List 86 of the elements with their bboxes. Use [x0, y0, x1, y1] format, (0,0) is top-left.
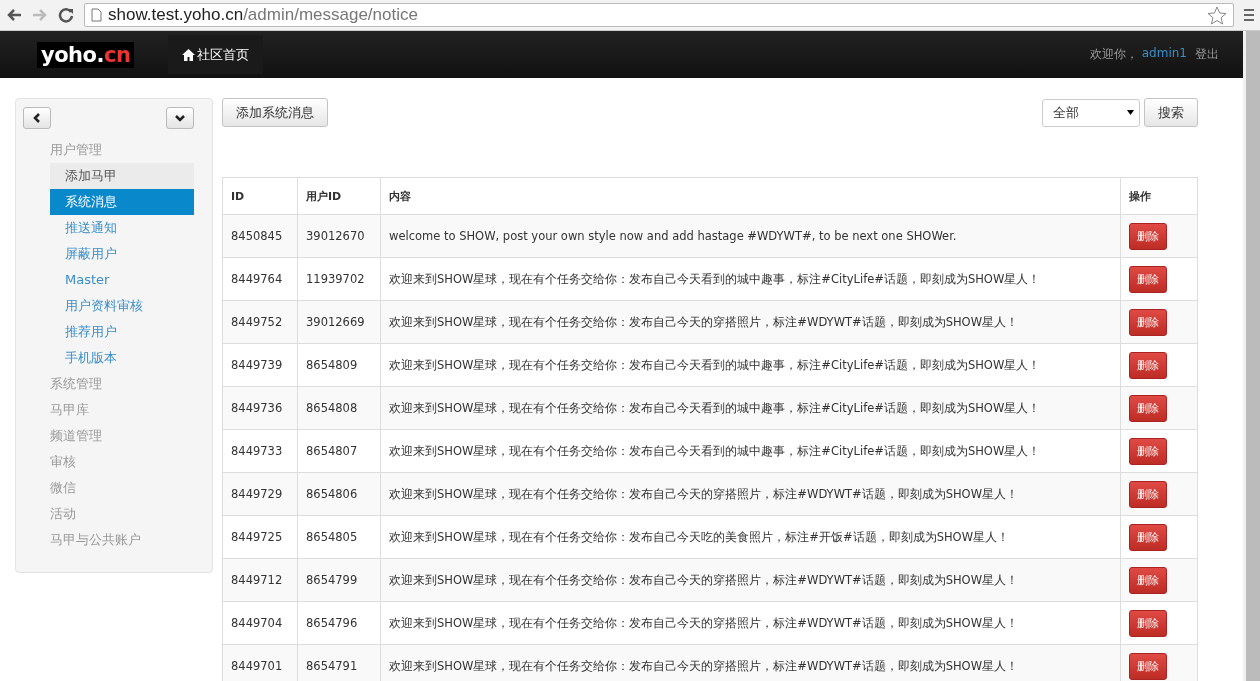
delete-button[interactable]: 删除 [1129, 566, 1167, 594]
table-cell: 欢迎来到SHOW星球，现在有个任务交给你：发布自己今天的穿搭照片，标注#WDYWT#话题，即刻成为SHOW星人！ [380, 601, 1121, 645]
scrollbar[interactable] [1243, 31, 1260, 681]
delete-button[interactable]: 删除 [1129, 265, 1167, 293]
table-cell: 欢迎来到SHOW星球，现在有个任务交给你：发布自己今天看到的城中趣事，标注#CityLife#话题，即刻成为SHOW星人！ [380, 386, 1121, 430]
url-text: show.test.yoho.cn/admin/message/notice [108, 5, 419, 25]
search-button[interactable]: 搜索 [1144, 98, 1198, 127]
collapse-button[interactable] [23, 107, 51, 129]
delete-button[interactable]: 删除 [1129, 480, 1167, 508]
table-cell: 8449725 [222, 515, 298, 559]
sidebar-item[interactable]: Master [50, 267, 194, 293]
sidebar-item[interactable]: 推送通知 [50, 215, 194, 241]
table-cell: 欢迎来到SHOW星球，现在有个任务交给你：发布自己今天的穿搭照片，标注#WDYWT#话题，即刻成为SHOW星人！ [380, 644, 1121, 681]
sidebar-group[interactable]: 活动 [23, 501, 194, 527]
username-link[interactable]: admin1 [1141, 46, 1187, 63]
table-cell: 8449739 [222, 343, 298, 387]
sidebar-item[interactable]: 屏蔽用户 [50, 241, 194, 267]
logout-link[interactable]: 登出 [1195, 46, 1219, 63]
column-header: 用户ID [297, 177, 381, 215]
table-cell: 8449704 [222, 601, 298, 645]
table-cell: 8654808 [297, 386, 381, 430]
sidebar-group[interactable]: 用户管理 [23, 137, 194, 163]
table-cell: 欢迎来到SHOW星球，现在有个任务交给你：发布自己今天看到的城中趣事，标注#CityLife#话题，即刻成为SHOW星人！ [380, 429, 1121, 473]
table-cell: 欢迎来到SHOW星球，现在有个任务交给你：发布自己今天的穿搭照片，标注#WDYWT#话题，即刻成为SHOW星人！ [380, 558, 1121, 602]
table-cell: 8654809 [297, 343, 381, 387]
delete-button[interactable]: 删除 [1129, 351, 1167, 379]
table-cell: 8449752 [222, 300, 298, 344]
sidebar-group[interactable]: 频道管理 [23, 423, 194, 449]
sidebar-group[interactable]: 系统管理 [23, 371, 194, 397]
sidebar-group[interactable]: 马甲库 [23, 397, 194, 423]
expand-button[interactable] [166, 107, 194, 129]
reload-icon[interactable] [58, 7, 74, 23]
sidebar-item[interactable]: 手机版本 [50, 345, 194, 371]
table-cell: 8654799 [297, 558, 381, 602]
table-cell: 欢迎来到SHOW星球，现在有个任务交给你：发布自己今天的穿搭照片，标注#WDYWT#话题，即刻成为SHOW星人！ [380, 472, 1121, 516]
add-message-button[interactable]: 添加系统消息 [222, 98, 328, 127]
sidebar-item[interactable]: 用户资料审核 [50, 293, 194, 319]
chevron-left-icon [33, 113, 41, 123]
delete-button[interactable]: 删除 [1129, 652, 1167, 680]
home-link[interactable]: 社区首页 [168, 35, 264, 74]
table-cell: 欢迎来到SHOW星球，现在有个任务交给你：发布自己今天看到的城中趣事，标注#CityLife#话题，即刻成为SHOW星人！ [380, 257, 1121, 301]
table-cell: 8449729 [222, 472, 298, 516]
page-icon [91, 8, 102, 22]
welcome-text: 欢迎你， [1089, 46, 1138, 63]
column-header: ID [222, 177, 298, 215]
sidebar-group[interactable]: 微信 [23, 475, 194, 501]
delete-button[interactable]: 删除 [1129, 394, 1167, 422]
table-cell: 8449701 [222, 644, 298, 681]
table-cell: 8654807 [297, 429, 381, 473]
filter-select[interactable]: 全部 [1042, 98, 1140, 127]
table-cell: 8449736 [222, 386, 298, 430]
table-cell: 8654796 [297, 601, 381, 645]
dropdown-arrow-icon [1127, 110, 1134, 115]
chevron-down-icon [175, 114, 185, 122]
table-cell: 39012669 [297, 300, 381, 344]
menu-icon[interactable] [1244, 8, 1254, 22]
star-icon[interactable] [1207, 5, 1227, 25]
table-cell: 8449733 [222, 429, 298, 473]
table-cell: 39012670 [297, 214, 381, 258]
table-cell: 欢迎来到SHOW星球，现在有个任务交给你：发布自己今天的穿搭照片，标注#WDYWT#话题，即刻成为SHOW星人！ [380, 300, 1121, 344]
address-field[interactable]: show.test.yoho.cn/admin/message/notice [84, 3, 1234, 27]
logo[interactable]: yoho.cn [37, 41, 135, 68]
delete-button[interactable]: 删除 [1129, 609, 1167, 637]
table-cell: 8654805 [297, 515, 381, 559]
delete-button[interactable]: 删除 [1129, 308, 1167, 336]
sidebar-group[interactable]: 马甲与公共账户 [23, 527, 194, 553]
table-cell: 8449764 [222, 257, 298, 301]
table-cell: 11939702 [297, 257, 381, 301]
delete-button[interactable]: 删除 [1129, 222, 1167, 250]
column-header: 操作 [1120, 177, 1198, 215]
table-cell: 8654791 [297, 644, 381, 681]
delete-button[interactable]: 删除 [1129, 523, 1167, 551]
sidebar-item[interactable]: 添加马甲 [50, 163, 194, 189]
column-header: 内容 [380, 177, 1121, 215]
delete-button[interactable]: 删除 [1129, 437, 1167, 465]
table-cell: 欢迎来到SHOW星球，现在有个任务交给你：发布自己今天吃的美食照片，标注#开饭#话题，即刻成为SHOW星人！ [380, 515, 1121, 559]
table-cell: 8654806 [297, 472, 381, 516]
sidebar-item[interactable]: 推荐用户 [50, 319, 194, 345]
table-cell: welcome to SHOW, post your own style now and add hastage #WDYWT#, to be next one SHOWer. [380, 214, 1121, 258]
home-icon [182, 48, 196, 61]
sidebar-item[interactable]: 系统消息 [50, 189, 194, 215]
table-cell: 8450845 [222, 214, 298, 258]
back-icon[interactable] [6, 8, 22, 22]
table-cell: 8449712 [222, 558, 298, 602]
table-cell: 欢迎来到SHOW星球，现在有个任务交给你：发布自己今天看到的城中趣事，标注#CityLife#话题，即刻成为SHOW星人！ [380, 343, 1121, 387]
sidebar-group[interactable]: 审核 [23, 449, 194, 475]
